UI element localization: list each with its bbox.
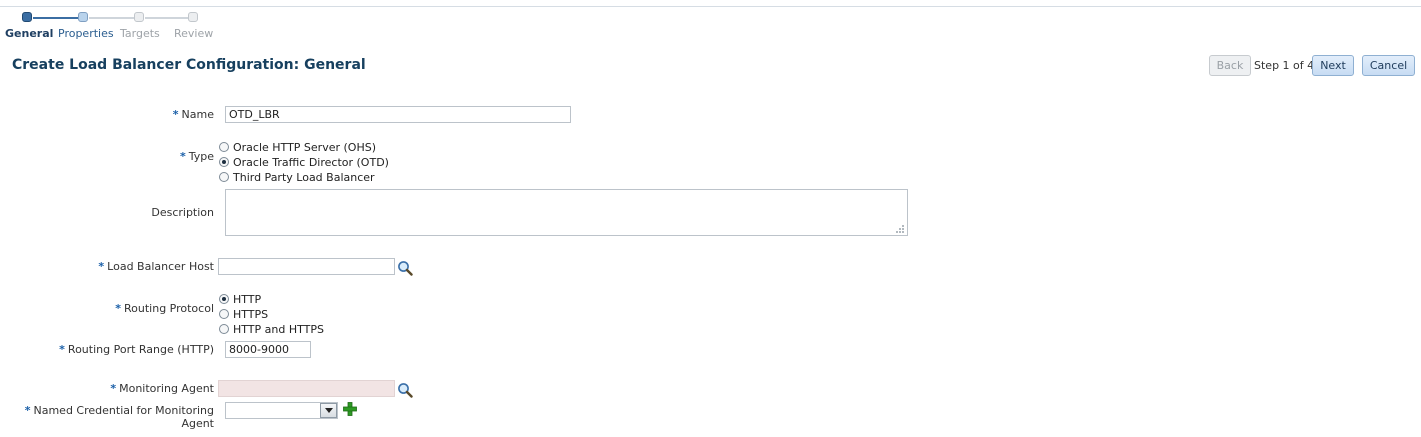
train-connector-done (33, 17, 78, 19)
lb-host-label-text: Load Balancer Host (107, 260, 214, 273)
search-icon[interactable] (397, 260, 413, 276)
name-input[interactable] (225, 106, 571, 123)
back-button[interactable]: Back (1209, 55, 1251, 76)
protocol-radio-http-and-https[interactable] (219, 324, 229, 334)
routing-protocol-label: * Routing Protocol (0, 302, 214, 315)
monitoring-agent-input[interactable] (218, 380, 395, 397)
protocol-radio-https[interactable] (219, 309, 229, 319)
train-label-review: Review (174, 27, 214, 40)
train-label-general[interactable]: General (5, 27, 53, 40)
type-option-otd[interactable]: Oracle Traffic Director (OTD) (233, 156, 389, 169)
chevron-down-icon (324, 408, 333, 413)
type-option-third-party[interactable]: Third Party Load Balancer (233, 171, 375, 184)
port-range-input[interactable] (225, 341, 311, 358)
named-credential-label-text: Named Credential for Monitoring Agent (33, 404, 215, 430)
lb-host-label: * Load Balancer Host (0, 260, 214, 273)
description-textarea[interactable] (225, 189, 908, 236)
type-label-text: Type (188, 150, 214, 163)
type-radio-third-party[interactable] (219, 172, 229, 182)
page-title: Create Load Balancer Configuration: Gene… (12, 57, 366, 73)
port-range-label-text: Routing Port Range (HTTP) (67, 343, 214, 356)
required-marker: * (110, 382, 117, 395)
add-icon[interactable] (343, 402, 357, 416)
resize-grip-icon[interactable] (893, 224, 905, 234)
required-marker: * (98, 260, 105, 273)
lb-host-input[interactable] (218, 258, 395, 275)
port-range-label: * Routing Port Range (HTTP) (0, 343, 214, 356)
monitoring-agent-label-text: Monitoring Agent (119, 382, 214, 395)
name-label-text: Name (181, 108, 214, 121)
type-radio-otd[interactable] (219, 157, 229, 167)
protocol-option-https[interactable]: HTTPS (233, 308, 268, 321)
top-divider (0, 6, 1421, 7)
required-marker: * (24, 404, 31, 417)
monitoring-agent-label: * Monitoring Agent (0, 382, 214, 395)
next-button[interactable]: Next (1312, 55, 1354, 76)
name-label: * Name (0, 108, 214, 121)
train-node-general[interactable] (22, 12, 32, 22)
required-marker: * (115, 302, 121, 315)
type-label: * Type (0, 150, 214, 163)
train-node-review (188, 12, 198, 22)
description-label: Description (151, 206, 214, 219)
required-marker: * (179, 150, 186, 163)
routing-protocol-label-text: Routing Protocol (124, 302, 214, 315)
protocol-option-http-and-https[interactable]: HTTP and HTTPS (233, 323, 324, 336)
train-node-properties[interactable] (78, 12, 88, 22)
train-connector (89, 17, 134, 19)
dropdown-button[interactable] (320, 403, 337, 418)
protocol-option-http[interactable]: HTTP (233, 293, 261, 306)
search-icon[interactable] (397, 382, 413, 398)
named-credential-label: * Named Credential for Monitoring Agent (0, 404, 214, 430)
train-connector (145, 17, 188, 19)
train-label-targets: Targets (120, 27, 160, 40)
type-radio-ohs[interactable] (219, 142, 229, 152)
required-marker: * (172, 108, 179, 121)
cancel-button[interactable]: Cancel (1362, 55, 1415, 76)
required-marker: * (59, 343, 65, 356)
step-indicator: Step 1 of 4 (1254, 59, 1315, 72)
protocol-radio-http[interactable] (219, 294, 229, 304)
type-option-ohs[interactable]: Oracle HTTP Server (OHS) (233, 141, 376, 154)
train-node-targets (134, 12, 144, 22)
train-label-properties[interactable]: Properties (58, 27, 114, 40)
